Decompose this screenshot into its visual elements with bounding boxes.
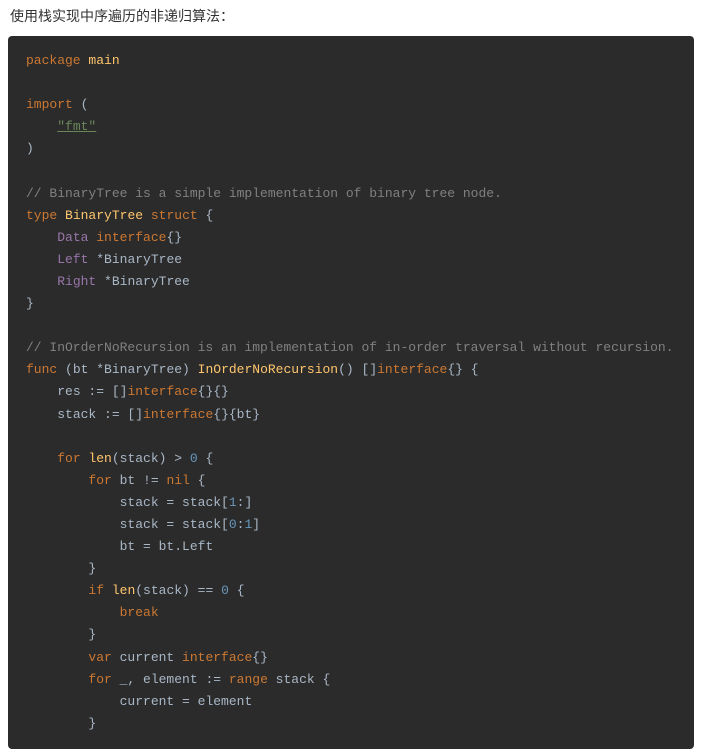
num-zero-2: 0 (229, 517, 237, 532)
code-block: package main import ( "fmt" ) // BinaryT… (8, 36, 694, 749)
brace-for-1: { (198, 451, 214, 466)
stack-end: {}{bt} (213, 407, 260, 422)
stack-slice-1b: :] (237, 495, 253, 510)
comment-binarytree: // BinaryTree is a simple implementation… (26, 186, 502, 201)
res-end: {}{} (198, 384, 229, 399)
fn-len-1: len (88, 451, 111, 466)
num-zero-1: 0 (190, 451, 198, 466)
brace-close-range: } (88, 716, 96, 731)
stack-slice-1a: stack = stack[ (120, 495, 229, 510)
ifc-empty: {} (166, 230, 182, 245)
kw-for-inner: for (88, 473, 111, 488)
brace-if: { (229, 583, 245, 598)
kw-interface: interface (96, 230, 166, 245)
func-receiver: (bt *BinaryTree) (65, 362, 190, 377)
brace-close-if: } (88, 627, 96, 642)
kw-if: if (88, 583, 104, 598)
description-text: 使用栈实现中序遍历的非递归算法： (0, 0, 702, 36)
kw-interface-cur: interface (182, 650, 252, 665)
type-ptr-left: *BinaryTree (96, 252, 182, 267)
kw-interface-res: interface (127, 384, 197, 399)
stack-slice-2a: stack = stack[ (120, 517, 229, 532)
func-end: {} { (447, 362, 478, 377)
kw-for-outer: for (57, 451, 80, 466)
func-inorder: InOrderNoRecursion (198, 362, 338, 377)
import-fmt: "fmt" (57, 119, 96, 134)
range-end: stack { (268, 672, 330, 687)
for-cond-1: (stack) > (112, 451, 190, 466)
kw-interface-ret: interface (377, 362, 447, 377)
kw-struct: struct (151, 208, 198, 223)
if-cond: (stack) == (135, 583, 221, 598)
range-vars: _, element := (112, 672, 229, 687)
kw-var: var (88, 650, 111, 665)
kw-nil: nil (166, 473, 189, 488)
paren-open: ( (73, 97, 89, 112)
func-params: () [] (338, 362, 377, 377)
brace-close-inner: } (88, 561, 96, 576)
kw-import: import (26, 97, 73, 112)
field-data: Data (57, 230, 88, 245)
kw-interface-stack: interface (143, 407, 213, 422)
stack-decl: stack := [] (57, 407, 143, 422)
pkg-main: main (88, 53, 119, 68)
kw-break: break (120, 605, 159, 620)
num-one-1: 1 (229, 495, 237, 510)
kw-package: package (26, 53, 81, 68)
field-left: Left (57, 252, 88, 267)
type-ptr-right: *BinaryTree (104, 274, 190, 289)
kw-func: func (26, 362, 57, 377)
type-binarytree: BinaryTree (65, 208, 143, 223)
brace-for-2: { (190, 473, 206, 488)
var-end: {} (252, 650, 268, 665)
for-cond-2: bt != (112, 473, 167, 488)
fn-len-2: len (112, 583, 135, 598)
stack-slice-2b: ] (252, 517, 260, 532)
bt-left: bt = bt.Left (120, 539, 214, 554)
comment-inorder: // InOrderNoRecursion is an implementati… (26, 340, 674, 355)
kw-type: type (26, 208, 57, 223)
current-assign: current = element (120, 694, 253, 709)
code-pre: package main import ( "fmt" ) // BinaryT… (26, 50, 676, 735)
brace-open: { (198, 208, 214, 223)
var-current: current (112, 650, 182, 665)
brace-close: } (26, 296, 34, 311)
res-decl: res := [] (57, 384, 127, 399)
field-right: Right (57, 274, 96, 289)
kw-range: range (229, 672, 268, 687)
paren-close: ) (26, 141, 34, 156)
kw-for-range: for (88, 672, 111, 687)
num-zero-3: 0 (221, 583, 229, 598)
